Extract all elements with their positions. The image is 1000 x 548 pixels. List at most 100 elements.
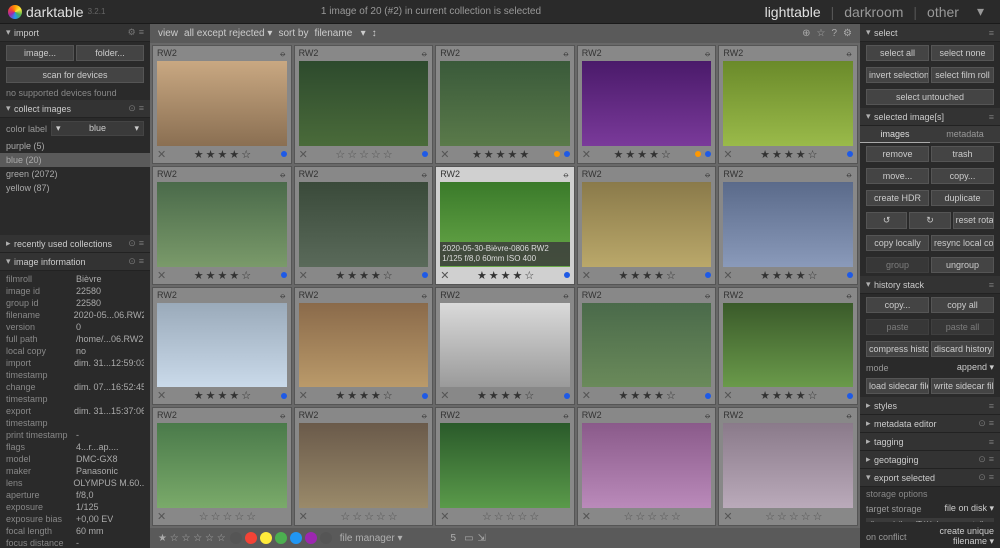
collect-item[interactable]: purple (5) bbox=[0, 139, 150, 153]
reject-icon[interactable]: ✕ bbox=[157, 269, 166, 282]
thumb-image[interactable] bbox=[157, 182, 287, 267]
reject-icon[interactable]: ✕ bbox=[299, 269, 308, 282]
rotate-right-button[interactable]: ↻ bbox=[909, 212, 950, 229]
thumb-image[interactable] bbox=[723, 61, 853, 146]
import-header[interactable]: ▾import⚙≡ bbox=[0, 24, 150, 42]
group-button[interactable]: group bbox=[866, 257, 929, 273]
thumbnail[interactable]: RW2⦵✕★★★★☆ bbox=[718, 166, 858, 285]
color-label-dot[interactable] bbox=[290, 532, 302, 544]
collect-item[interactable]: blue (20) bbox=[0, 153, 150, 167]
star-overlay-icon[interactable]: ☆ bbox=[817, 28, 826, 39]
sort-direction-icon[interactable]: ↕ bbox=[372, 28, 377, 39]
star-rating[interactable]: ☆☆☆☆☆ bbox=[737, 510, 853, 523]
star-rating[interactable]: ★★★★☆ bbox=[453, 389, 559, 402]
thumb-image[interactable] bbox=[299, 61, 429, 146]
reject-icon[interactable]: ✕ bbox=[157, 148, 166, 161]
star-rating[interactable]: ☆☆☆☆☆ bbox=[312, 148, 418, 161]
thumbnail[interactable]: RW2⦵✕★★★★★ bbox=[435, 45, 575, 164]
thumbnail[interactable]: RW2⦵✕★★★★☆ bbox=[152, 166, 292, 285]
collect-rule-select[interactable]: ▾blue▾ bbox=[51, 121, 144, 136]
import-folder-button[interactable]: folder... bbox=[76, 45, 144, 61]
thumbnail[interactable]: RW2⦵✕★★★★☆ bbox=[294, 166, 434, 285]
thumb-image[interactable] bbox=[723, 182, 853, 267]
thumbnail[interactable]: RW2⦵✕★★★★☆ bbox=[294, 287, 434, 406]
star-rating[interactable]: ★★★★☆ bbox=[170, 148, 276, 161]
thumbnail[interactable]: RW2⦵✕★★★★☆ bbox=[152, 45, 292, 164]
target-storage-select[interactable]: file on disk ▾ bbox=[926, 503, 994, 514]
star-rating[interactable]: ☆☆☆☆☆ bbox=[170, 510, 286, 523]
collect-header[interactable]: ▾collect images⊙≡ bbox=[0, 100, 150, 118]
thumb-image[interactable] bbox=[440, 303, 570, 388]
thumbnail[interactable]: RW2⦵✕★★★★☆ bbox=[152, 287, 292, 406]
mode-select[interactable]: append ▾ bbox=[893, 362, 994, 373]
menu-icon[interactable]: ≡ bbox=[989, 280, 994, 290]
menu-icon[interactable]: ≡ bbox=[989, 401, 994, 411]
group-icon[interactable]: ⊕ bbox=[802, 28, 810, 39]
mode-darkroom[interactable]: darkroom bbox=[836, 2, 911, 22]
collect-item[interactable]: yellow (87) bbox=[0, 181, 150, 195]
reject-icon[interactable]: ✕ bbox=[299, 510, 308, 523]
star-rating[interactable]: ★★★★☆ bbox=[312, 269, 418, 282]
color-label-dot[interactable] bbox=[275, 532, 287, 544]
selimg-header[interactable]: ▾selected image[s]≡ bbox=[860, 108, 1000, 126]
star-rating[interactable]: ★★★★☆ bbox=[595, 148, 691, 161]
thumbnail[interactable]: RW2⦵✕☆☆☆☆☆ bbox=[577, 407, 717, 526]
gear-icon[interactable]: ⚙ bbox=[843, 28, 852, 39]
display-icon[interactable]: ▭ bbox=[464, 533, 473, 544]
reject-icon[interactable]: ✕ bbox=[582, 269, 591, 282]
star-rating[interactable]: ☆☆☆☆☆ bbox=[312, 510, 428, 523]
remove-button[interactable]: remove bbox=[866, 146, 929, 162]
thumbnail[interactable]: RW2⦵2020-05-30-Bièvre-0806 RW21/125 f/8,… bbox=[435, 166, 575, 285]
hist-pasteall-button[interactable]: paste all bbox=[931, 319, 994, 335]
thumb-image[interactable] bbox=[157, 423, 287, 508]
collect-item[interactable]: green (2072) bbox=[0, 167, 150, 181]
thumb-image[interactable] bbox=[582, 182, 712, 267]
thumbnail[interactable]: RW2⦵✕☆☆☆☆☆ bbox=[294, 45, 434, 164]
move-button[interactable]: move... bbox=[866, 168, 929, 184]
color-label-dot[interactable] bbox=[245, 532, 257, 544]
mode-lighttable[interactable]: lighttable bbox=[757, 2, 829, 22]
star-rating[interactable]: ★★★★☆ bbox=[312, 389, 418, 402]
reset-icon[interactable]: ⊙ bbox=[978, 472, 986, 483]
zoom-value[interactable]: 5 bbox=[451, 533, 457, 544]
copy-button[interactable]: copy... bbox=[931, 168, 994, 184]
menu-icon[interactable]: ≡ bbox=[989, 472, 994, 483]
thumbnail[interactable]: RW2⦵✕☆☆☆☆☆ bbox=[294, 407, 434, 526]
imginfo-header[interactable]: ▾image information⊙≡ bbox=[0, 253, 150, 271]
load-sidecar-button[interactable]: load sidecar file... bbox=[866, 378, 929, 394]
metadata-header[interactable]: ▸metadata editor⊙≡ bbox=[860, 415, 1000, 433]
select-all-button[interactable]: select all bbox=[866, 45, 929, 61]
menu-icon[interactable]: ≡ bbox=[139, 238, 144, 249]
reset-rotation-button[interactable]: reset rotation bbox=[953, 212, 994, 229]
reject-icon[interactable]: ✕ bbox=[723, 389, 732, 402]
export-header[interactable]: ▾export selected⊙≡ bbox=[860, 469, 1000, 487]
thumbnail[interactable]: RW2⦵✕★★★★☆ bbox=[577, 166, 717, 285]
mode-dropdown-icon[interactable]: ▾ bbox=[969, 1, 992, 22]
star-rating[interactable]: ★★★★★ bbox=[453, 148, 549, 161]
collapse-icon[interactable]: ⇲ bbox=[478, 533, 486, 544]
create-hdr-button[interactable]: create HDR bbox=[866, 190, 929, 206]
reject-icon[interactable]: ✕ bbox=[299, 389, 308, 402]
gear-icon[interactable]: ⚙ bbox=[128, 27, 136, 38]
hist-copy-button[interactable]: copy... bbox=[866, 297, 929, 313]
history-header[interactable]: ▾history stack≡ bbox=[860, 276, 1000, 294]
reset-icon[interactable]: ⊙ bbox=[128, 103, 136, 114]
hist-copyall-button[interactable]: copy all bbox=[931, 297, 994, 313]
export-path-input[interactable]: /home/nilvus/Téléchargements/Im bbox=[866, 518, 994, 522]
reset-icon[interactable]: ⊙ bbox=[978, 454, 986, 465]
star-rating[interactable]: ☆☆☆☆☆ bbox=[595, 510, 711, 523]
star-rating[interactable]: ★★★★☆ bbox=[170, 389, 276, 402]
color-label-dot[interactable] bbox=[230, 532, 242, 544]
geotag-header[interactable]: ▸geotagging⊙≡ bbox=[860, 451, 1000, 469]
recent-header[interactable]: ▸recently used collections⊙≡ bbox=[0, 235, 150, 253]
reject-icon[interactable]: ✕ bbox=[157, 510, 166, 523]
thumb-image[interactable] bbox=[157, 61, 287, 146]
reject-icon[interactable]: ✕ bbox=[299, 148, 308, 161]
compress-history-button[interactable]: compress history bbox=[866, 341, 929, 357]
thumb-image[interactable] bbox=[582, 423, 712, 508]
reject-icon[interactable]: ✕ bbox=[440, 148, 449, 161]
rotate-left-button[interactable]: ↺ bbox=[866, 212, 907, 229]
reject-icon[interactable]: ✕ bbox=[723, 148, 732, 161]
reject-icon[interactable]: ✕ bbox=[440, 510, 449, 523]
copy-locally-button[interactable]: copy locally bbox=[866, 235, 929, 251]
